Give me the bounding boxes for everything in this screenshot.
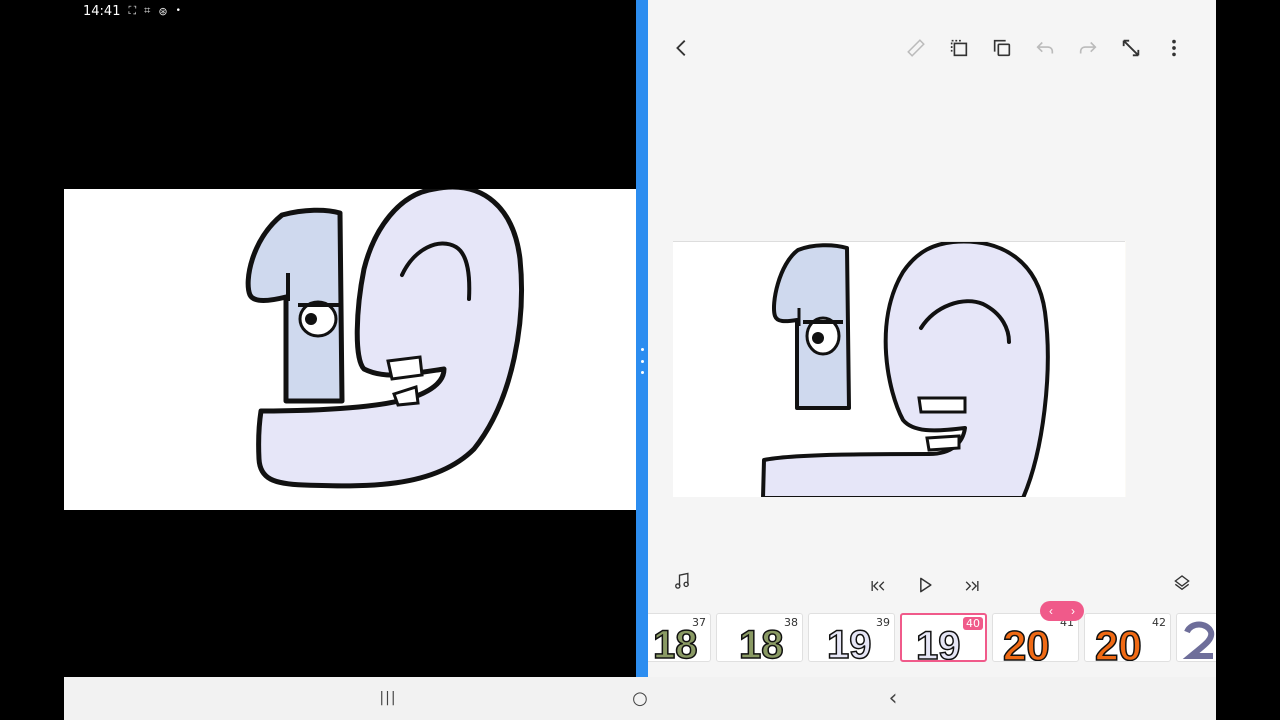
- timeline-frame-selected[interactable]: 19 40: [900, 613, 987, 662]
- preview-canvas: [64, 189, 636, 510]
- more-vertical-icon: [1172, 39, 1176, 57]
- next-frame-icon[interactable]: ›: [1071, 604, 1075, 618]
- playback-controls: [648, 565, 1216, 605]
- frame-number: 39: [876, 616, 890, 629]
- copy-frame-icon: [950, 39, 968, 57]
- music-note-icon: [675, 572, 689, 589]
- frame-thumbnail-glyph: 19: [827, 623, 872, 662]
- number-nineteen-drawing: [245, 189, 524, 489]
- expand-icon: [1122, 39, 1140, 57]
- split-view-divider[interactable]: [636, 0, 648, 677]
- tablet-screen: 14:41 ⛶ ⌗ ⊛ • ‹ › 18 37 18 38 19 39 19 4…: [64, 0, 1216, 720]
- timeline-frame[interactable]: 18 38: [716, 613, 803, 662]
- ruler-icon: [907, 39, 925, 57]
- first-frame-button[interactable]: [864, 572, 892, 600]
- ruler-button[interactable]: [902, 34, 930, 62]
- notification-dot: •: [175, 6, 181, 16]
- play-icon: [920, 577, 932, 593]
- frame-number: 38: [784, 616, 798, 629]
- editor-toolbar: [648, 28, 1216, 68]
- screenshot-icon: ⛶: [128, 4, 137, 17]
- left-preview-pane: [64, 22, 636, 677]
- fullscreen-button[interactable]: [1117, 34, 1145, 62]
- system-back-button[interactable]: ‹: [878, 685, 908, 711]
- duplicate-icon: [993, 39, 1011, 57]
- frame-thumbnail-glyph: 20: [1003, 622, 1050, 662]
- copy-frame-button[interactable]: [945, 34, 973, 62]
- recents-button[interactable]: |||: [373, 685, 403, 711]
- frame-nav-pill[interactable]: ‹ ›: [1040, 601, 1084, 621]
- undo-button[interactable]: [1031, 34, 1059, 62]
- undo-icon: [1036, 41, 1054, 54]
- back-button[interactable]: [668, 34, 696, 62]
- frame-number: 42: [1152, 616, 1166, 629]
- screen-record-icon: ⌗: [144, 4, 151, 17]
- timeline-frame[interactable]: [1176, 613, 1216, 662]
- skip-to-end-icon: [965, 581, 979, 591]
- frame-thumbnail-glyph: 19: [916, 624, 961, 662]
- home-button[interactable]: ○: [625, 685, 655, 711]
- divider-handle[interactable]: [639, 348, 645, 374]
- animation-editor-pane: ‹ › 18 37 18 38 19 39 19 40 20 41 20 42: [648, 0, 1216, 677]
- chevron-left-icon: [676, 40, 686, 56]
- status-time: 14:41: [83, 3, 121, 19]
- status-bar: 14:41 ⛶ ⌗ ⊛ •: [64, 0, 638, 22]
- timeline-frame[interactable]: 19 39: [808, 613, 895, 662]
- music-button[interactable]: [668, 567, 696, 595]
- last-frame-button[interactable]: [958, 572, 986, 600]
- layers-button[interactable]: [1168, 567, 1196, 595]
- previous-frame-icon[interactable]: ‹: [1049, 604, 1053, 618]
- redo-icon: [1079, 41, 1097, 54]
- layers-icon: [1174, 575, 1190, 591]
- more-options-button[interactable]: [1160, 34, 1188, 62]
- frame-thumbnail-glyph: 20: [1095, 622, 1142, 662]
- timeline-frame[interactable]: 18 37: [648, 613, 711, 662]
- frame-thumbnail: [1182, 621, 1215, 659]
- system-navigation-bar: ||| ○ ‹: [64, 677, 1216, 720]
- frame-thumbnail-glyph: 18: [739, 623, 784, 662]
- frame-thumbnail-glyph: 18: [653, 623, 698, 662]
- frame-number: 40: [963, 617, 983, 630]
- play-button[interactable]: [911, 571, 939, 599]
- drawing-canvas[interactable]: [673, 241, 1125, 497]
- location-icon: ⊛: [158, 4, 168, 18]
- timeline-frame[interactable]: 20 42: [1084, 613, 1171, 662]
- frame-timeline[interactable]: 18 37 18 38 19 39 19 40 20 41 20 42: [648, 611, 1216, 665]
- number-nineteen-frame-drawing: [761, 242, 1050, 497]
- frame-number: 37: [692, 616, 706, 629]
- redo-button[interactable]: [1074, 34, 1102, 62]
- duplicate-button[interactable]: [988, 34, 1016, 62]
- skip-to-start-icon: [871, 581, 885, 591]
